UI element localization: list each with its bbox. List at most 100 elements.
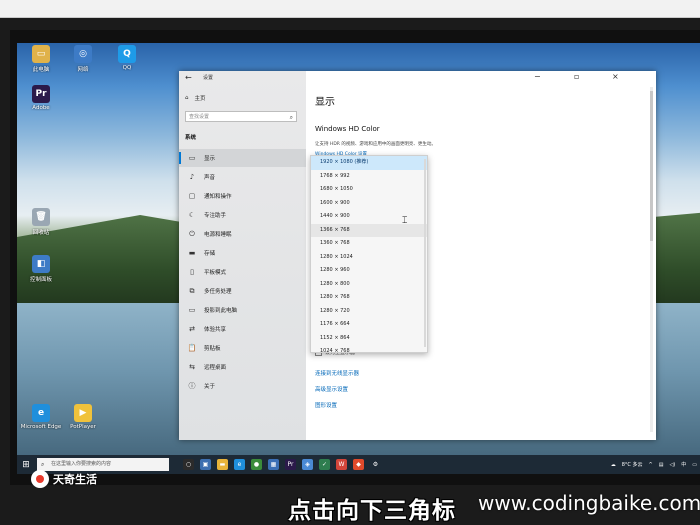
sidebar-item[interactable]: ☾ 专注助手 xyxy=(179,206,306,224)
graphics-settings-link[interactable]: 图形设置 xyxy=(315,401,337,409)
resolution-option[interactable]: 1600 × 900 xyxy=(311,197,427,211)
desktop-shortcut[interactable]: ▶ PotPlayer xyxy=(61,404,105,430)
close-icon[interactable]: × xyxy=(612,72,619,81)
sidebar-item-label: 远程桌面 xyxy=(204,365,227,371)
app-icon[interactable]: ◆ xyxy=(353,459,364,470)
monitor-icon: ▭ xyxy=(188,154,196,162)
ime-indicator[interactable]: 中 xyxy=(681,461,686,468)
desktop-shortcut[interactable]: ◎ 网络 xyxy=(61,45,105,73)
settings-search-input[interactable]: 查找设置 ⌕ xyxy=(185,111,297,122)
search-placeholder: 查找设置 xyxy=(189,114,210,120)
advanced-display-settings-link[interactable]: 高级显示设置 xyxy=(315,385,348,393)
app-icon[interactable]: ◈ xyxy=(302,459,313,470)
sidebar-item-label: 声音 xyxy=(204,175,216,181)
sidebar-home[interactable]: ⌂ 主页 xyxy=(185,94,206,102)
connect-wireless-display-link[interactable]: 连接到无线显示器 xyxy=(315,369,359,377)
network-icon[interactable]: ▤ xyxy=(659,462,664,468)
resolution-option[interactable]: 1920 × 1080 (推荐) xyxy=(311,156,427,170)
browser-icon[interactable]: ● xyxy=(251,459,262,470)
resolution-option[interactable]: 1366 × 768 xyxy=(311,223,427,237)
resolution-option[interactable]: 1440 × 900 xyxy=(311,210,427,224)
resolution-option[interactable]: 1176 × 664 xyxy=(311,318,427,332)
volume-icon[interactable]: ◁) xyxy=(669,462,675,468)
resolution-option[interactable]: 1360 × 768 xyxy=(311,237,427,251)
top-frame-strip xyxy=(0,0,700,18)
info-icon: ⓘ xyxy=(188,382,196,390)
windows-start-icon[interactable]: ⊞ xyxy=(17,460,35,470)
task-view-icon[interactable]: ○ xyxy=(183,459,194,470)
resolution-option[interactable]: 1280 × 768 xyxy=(311,291,427,305)
maximize-icon[interactable]: ▫ xyxy=(574,72,579,81)
sidebar-item-label: 体验共享 xyxy=(204,327,227,333)
remote-icon: ⇆ xyxy=(189,363,195,371)
desktop-app-icon: Pr xyxy=(32,85,50,103)
logo-text: 天奇生活 xyxy=(53,473,97,486)
sidebar-item-label: 关于 xyxy=(204,384,216,390)
resolution-option[interactable]: 1280 × 800 xyxy=(311,278,427,292)
resolution-option[interactable]: 1680 × 1050 xyxy=(311,183,427,197)
resolution-options: 1920 × 1080 (推荐) 1768 × 992 1680 × 1050 160… xyxy=(311,156,427,352)
back-arrow-icon[interactable]: ← xyxy=(185,73,192,82)
site-watermark: www.codingbaike.com xyxy=(478,491,700,515)
chevron-up-icon[interactable]: ^ xyxy=(649,462,653,468)
sidebar-item[interactable]: ⇆ 远程桌面 xyxy=(179,358,306,376)
hd-color-heading: Windows HD Color xyxy=(315,125,380,133)
wps-icon[interactable]: W xyxy=(336,459,347,470)
sidebar-item-label: 剪贴板 xyxy=(204,346,221,352)
desktop-shortcut[interactable]: ▭ 此电脑 xyxy=(19,45,63,73)
sidebar-item[interactable]: ⏻ 电源和睡眠 xyxy=(179,225,306,243)
desktop-shortcut[interactable]: 🗑 回收站 xyxy=(19,208,63,236)
sidebar-item[interactable]: ⓘ 关于 xyxy=(179,377,306,395)
app-icon[interactable]: ▣ xyxy=(200,459,211,470)
sidebar-item-label: 投影到此电脑 xyxy=(204,308,238,314)
sidebar-item[interactable]: ▭ 投影到此电脑 xyxy=(179,301,306,319)
sidebar-item[interactable]: ▭ 显示 xyxy=(179,149,306,167)
settings-app-title: 设置 xyxy=(203,75,214,81)
resolution-dropdown-list[interactable]: 1920 × 1080 (推荐) 1768 × 992 1680 × 1050 160… xyxy=(310,155,428,353)
file-explorer-icon[interactable]: ▬ xyxy=(217,459,228,470)
hd-color-description: 让支持 HDR 的视频、游戏和应用中的画面更明亮、更生动。 xyxy=(315,142,436,147)
home-label: 主页 xyxy=(194,96,206,102)
notification-icon[interactable]: ▭ xyxy=(692,462,697,468)
resolution-option[interactable]: 1152 × 864 xyxy=(311,332,427,346)
desktop-shortcut[interactable]: Pr Adobe xyxy=(19,85,63,111)
resolution-option[interactable]: 1280 × 1024 xyxy=(311,251,427,265)
resolution-option[interactable]: 1280 × 960 xyxy=(311,264,427,278)
minimize-icon[interactable]: − xyxy=(534,72,541,81)
sidebar-item[interactable]: ♪ 声音 xyxy=(179,168,306,186)
weather-icon[interactable]: ☁ xyxy=(611,462,616,468)
desktop-shortcut-label: 回收站 xyxy=(32,230,50,236)
projector-icon: ▭ xyxy=(188,306,196,314)
moon-icon: ☾ xyxy=(188,211,196,219)
desktop-shortcut[interactable]: Q QQ xyxy=(105,45,149,71)
multitask-icon: ⧉ xyxy=(189,286,195,295)
taskbar-search-placeholder: 在这里输入你要搜索的内容 xyxy=(51,461,112,467)
weather-text: 8°C 多云 xyxy=(621,462,643,468)
desktop-app-icon: ◧ xyxy=(32,255,50,273)
desktop-shortcut[interactable]: e Microsoft Edge xyxy=(19,404,63,430)
premiere-icon[interactable]: Pr xyxy=(285,459,296,470)
sidebar-item[interactable]: 📋 剪贴板 xyxy=(179,339,306,357)
main-scrollbar-thumb[interactable] xyxy=(650,91,653,241)
sidebar-item[interactable]: ▢ 通知和操作 xyxy=(179,187,306,205)
sidebar-item[interactable]: ▯ 平板模式 xyxy=(179,263,306,281)
taskbar: ⊞ ⌕ 在这里输入你要搜索的内容 ○ ▣ ▬ e ● ▦ Pr ◈ ✓ W ◆ … xyxy=(17,455,700,474)
resolution-option[interactable]: 1024 × 768 xyxy=(311,345,427,352)
desktop-shortcut[interactable]: ◧ 控制面板 xyxy=(19,255,63,283)
sidebar-item[interactable]: ⇄ 体验共享 xyxy=(179,320,306,338)
sidebar-item-label: 多任务处理 xyxy=(204,289,232,295)
store-icon[interactable]: ▦ xyxy=(268,459,279,470)
edge-icon[interactable]: e xyxy=(234,459,245,470)
app-icon[interactable]: ✓ xyxy=(319,459,330,470)
desktop-shortcut-label: QQ xyxy=(122,65,132,71)
sidebar-item-label: 专注助手 xyxy=(204,213,227,219)
resolution-option[interactable]: 1280 × 720 xyxy=(311,305,427,319)
sidebar-item[interactable]: ⧉ 多任务处理 xyxy=(179,282,306,300)
desktop-shortcut-label: PotPlayer xyxy=(70,424,96,430)
resolution-option[interactable]: 1768 × 992 xyxy=(311,170,427,184)
sidebar-item-label: 电源和睡眠 xyxy=(204,232,232,238)
power-icon: ⏻ xyxy=(189,229,195,238)
settings-gear-icon[interactable]: ⚙ xyxy=(370,459,381,470)
sidebar-item[interactable]: ▬ 存储 xyxy=(179,244,306,262)
dropdown-scrollbar[interactable] xyxy=(424,159,426,347)
